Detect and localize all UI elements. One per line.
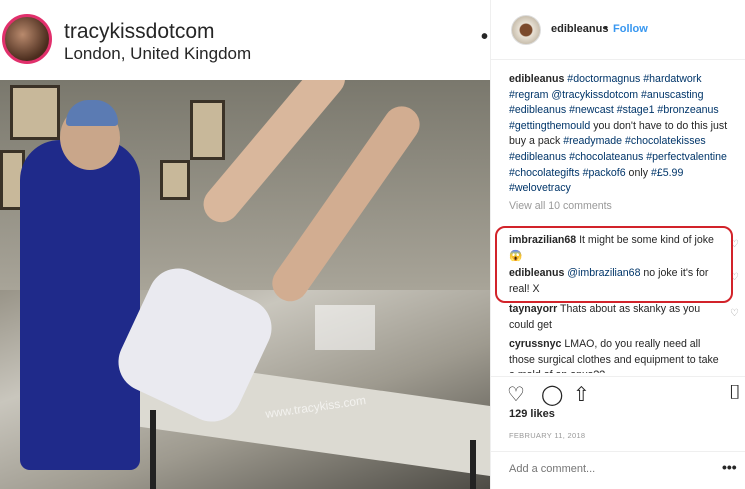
photo-bed-leg	[150, 410, 156, 489]
comment-bubble-icon[interactable]: ◯	[541, 382, 563, 407]
caption-block: edibleanus #doctormagnus #hardatwork #re…	[509, 72, 739, 214]
comment-input[interactable]	[509, 463, 709, 475]
original-avatar[interactable]	[2, 14, 52, 64]
avatar[interactable]	[511, 15, 541, 45]
post-photo[interactable]: www.tracykiss.com	[0, 80, 490, 489]
caption-text: only	[625, 166, 651, 179]
bookmark-icon[interactable]: ⌷	[729, 382, 741, 405]
more-options-icon[interactable]: •••	[722, 459, 737, 475]
post-header: edibleanus • Follow	[491, 0, 745, 60]
photo-bed-leg	[470, 440, 476, 489]
comment-username[interactable]: cyrussnyc	[509, 338, 561, 350]
post-username[interactable]: edibleanus	[551, 23, 608, 35]
comment-item: taynayorr Thats about as skanky as you c…	[509, 302, 739, 333]
caption: edibleanus #doctormagnus #hardatwork #re…	[509, 72, 739, 197]
comment-username[interactable]: taynayorr	[509, 303, 557, 315]
original-username[interactable]: tracykissdotcom	[64, 20, 215, 44]
comment-like-heart-icon[interactable]: ♡	[730, 306, 739, 322]
original-post-header: tracykissdotcom London, United Kingdom •	[0, 0, 490, 80]
post-image-area: tracykissdotcom London, United Kingdom •…	[0, 0, 490, 489]
follow-button[interactable]: Follow	[613, 23, 648, 35]
likes-count[interactable]: 129 likes	[509, 408, 555, 420]
more-dot-icon: •	[481, 26, 489, 48]
separator-dot: •	[604, 22, 608, 34]
action-bar: ♡ ◯ ⇧ ⌷	[491, 376, 745, 406]
share-icon[interactable]: ⇧	[573, 382, 590, 407]
photo-frame	[10, 85, 60, 140]
post-date[interactable]: FEBRUARY 11, 2018	[509, 431, 585, 440]
caption-username[interactable]: edibleanus	[509, 73, 564, 85]
add-comment-bar: •••	[491, 451, 745, 489]
photo-figure-doctor	[20, 140, 140, 470]
like-heart-icon[interactable]: ♡	[507, 382, 525, 407]
original-location[interactable]: London, United Kingdom	[64, 44, 251, 64]
photo-blur-patch	[315, 305, 375, 350]
highlight-annotation	[495, 226, 733, 303]
view-all-comments-link[interactable]: View all 10 comments	[509, 199, 739, 215]
photo-frame	[160, 160, 190, 200]
comment-item: cyrussnyc LMAO, do you really need all t…	[509, 337, 721, 373]
